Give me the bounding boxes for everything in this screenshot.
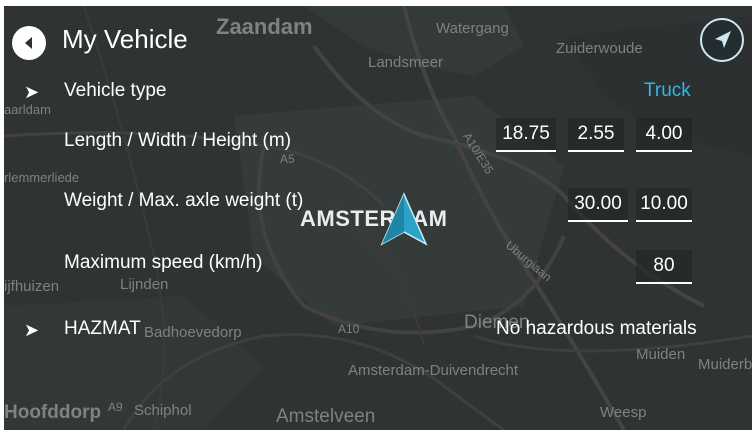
axle-weight-input[interactable]: 10.00 [636,188,692,222]
height-input[interactable]: 4.00 [636,118,692,152]
vehicle-settings-panel: My Vehicle ➤ Vehicle type Truck Length /… [4,6,752,430]
vehicle-type-value[interactable]: Truck [644,80,691,102]
width-input[interactable]: 2.55 [568,118,624,152]
back-arrow-icon [25,37,32,49]
device-screen: Zaandam Watergang Landsmeer Zuiderwoude … [4,6,752,430]
chevron-right-icon[interactable]: ➤ [24,82,39,103]
navigation-arrow-icon [715,31,731,48]
back-button[interactable] [12,26,46,60]
page-title: My Vehicle [62,24,188,54]
hazmat-value[interactable]: No hazardous materials [496,318,697,340]
max-speed-label: Maximum speed (km/h) [64,252,263,273]
vehicle-type-label[interactable]: Vehicle type [64,80,166,102]
length-input[interactable]: 18.75 [496,118,556,152]
dimensions-label: Length / Width / Height (m) [64,130,292,151]
weight-input[interactable]: 30.00 [568,188,628,222]
hazmat-label[interactable]: HAZMAT [64,318,141,340]
navigation-button[interactable] [700,18,744,62]
hazmat-chevron-right-icon[interactable]: ➤ [24,320,39,341]
weight-label: Weight / Max. axle weight (t) [64,190,304,211]
max-speed-input[interactable]: 80 [636,250,692,284]
